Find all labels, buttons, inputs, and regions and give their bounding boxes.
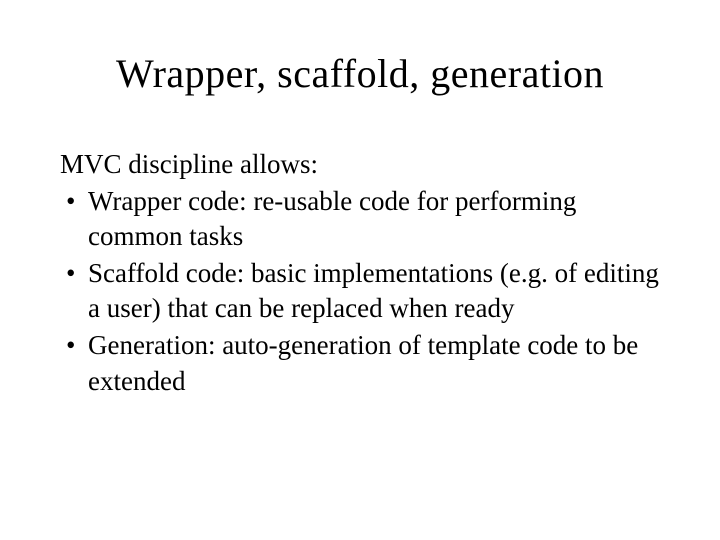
bullet-list: Wrapper code: re-usable code for perform… <box>60 184 660 399</box>
list-item: Wrapper code: re-usable code for perform… <box>60 184 660 254</box>
intro-text: MVC discipline allows: <box>60 147 660 182</box>
list-item: Generation: auto-generation of template … <box>60 328 660 398</box>
list-item: Scaffold code: basic implementations (e.… <box>60 256 660 326</box>
slide-title: Wrapper, scaffold, generation <box>60 50 660 97</box>
